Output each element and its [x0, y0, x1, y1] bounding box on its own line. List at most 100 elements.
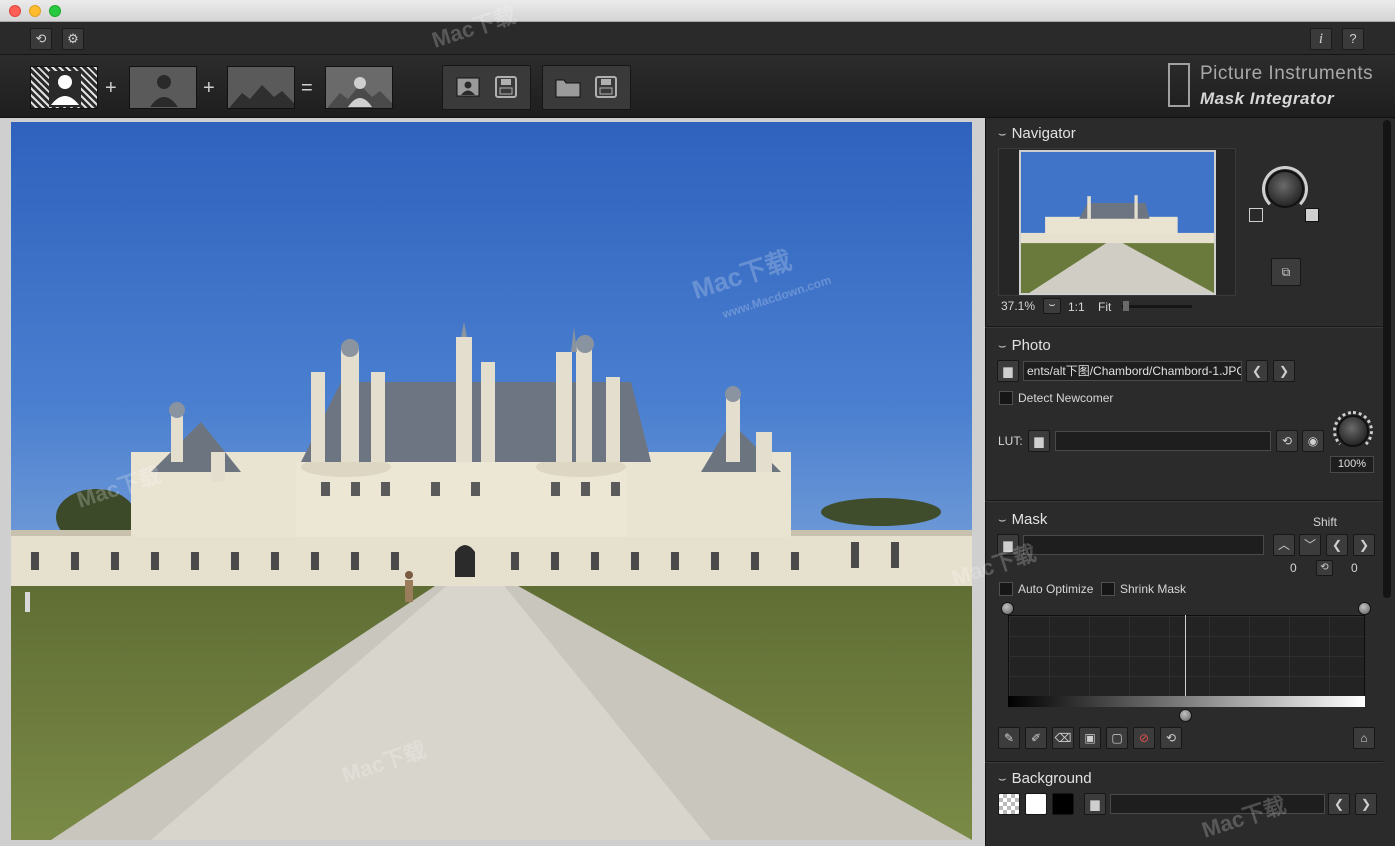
light-preview-icon[interactable]	[1305, 208, 1319, 222]
reset-lut-button[interactable]: ⟲	[1276, 430, 1298, 452]
mask-section-header[interactable]: ⌣ Mask	[998, 511, 1047, 528]
next-background-button[interactable]: ❯	[1355, 793, 1377, 815]
zoom-1-1-button[interactable]: 1:1	[1068, 300, 1085, 314]
zoom-dropdown-button[interactable]: ⌣	[1043, 298, 1061, 314]
external-window-icon: ⧉	[1281, 265, 1291, 279]
plus-sign: +	[105, 77, 117, 99]
background-section-header[interactable]: ⌣ Background	[998, 770, 1092, 787]
section-divider	[985, 761, 1383, 763]
eraser-icon: ⌫	[1054, 731, 1072, 745]
lut-field[interactable]	[1055, 431, 1271, 451]
close-window-button[interactable]	[9, 5, 21, 17]
lut-strength-knob[interactable]	[1337, 415, 1369, 447]
next-photo-button[interactable]: ❯	[1273, 360, 1295, 382]
undo-mask-button[interactable]: ⟲	[1160, 727, 1182, 749]
open-photo-button[interactable]: ▆	[997, 360, 1019, 382]
pencil-icon: ✎	[1003, 731, 1015, 745]
zoom-level: 37.1%	[1001, 299, 1036, 313]
product-name: Mask Integrator	[1200, 89, 1335, 108]
shift-left-button[interactable]: ❮	[1326, 534, 1348, 556]
transparent-background-button[interactable]	[998, 793, 1020, 815]
navigator-dial[interactable]	[1266, 170, 1304, 208]
auto-optimize-checkbox[interactable]	[999, 582, 1013, 596]
info-button[interactable]: i	[1310, 28, 1332, 50]
photo-section-header[interactable]: ⌣ Photo	[998, 337, 1051, 354]
chevron-left-icon: ❮	[1331, 538, 1343, 552]
image-canvas[interactable]	[0, 118, 985, 846]
chevron-down-icon: ﹀	[1303, 538, 1316, 552]
settings-button[interactable]: ⚙	[62, 28, 84, 50]
black-point-handle[interactable]	[1001, 602, 1014, 615]
save-result-group	[542, 65, 631, 110]
lasso-icon: ⌂	[1360, 731, 1368, 745]
curve-midpoint-line	[1185, 615, 1186, 707]
navigator-title: Navigator	[1011, 125, 1076, 142]
reset-shift-button[interactable]: ⟲	[1316, 560, 1333, 576]
mask-up-button[interactable]: ︿	[1273, 534, 1295, 556]
eye-icon: ◉	[1307, 434, 1319, 448]
chevron-right-icon: ❯	[1360, 797, 1372, 811]
eraser-button[interactable]: ⌫	[1052, 727, 1074, 749]
paint-brush-button[interactable]: ✐	[1025, 727, 1047, 749]
folder-icon: ▆	[1003, 538, 1013, 552]
top-toolbar: ⟲ ⚙ i ?	[0, 22, 1395, 55]
shift-right-button[interactable]: ❯	[1353, 534, 1375, 556]
plus-sign: +	[203, 77, 215, 99]
zoom-window-button[interactable]	[49, 5, 61, 17]
zoom-slider[interactable]	[1122, 305, 1192, 308]
reset-icon: ⟲	[1320, 562, 1329, 573]
reset-button[interactable]: ⟲	[30, 28, 52, 50]
save-icon[interactable]	[493, 75, 519, 99]
result-channel-button[interactable]	[325, 66, 393, 109]
shrink-mask-checkbox[interactable]	[1101, 582, 1115, 596]
open-mask-button[interactable]: ▆	[997, 534, 1019, 556]
open-background-button[interactable]: ▆	[1084, 793, 1106, 815]
navigator-thumbnail[interactable]	[1019, 150, 1216, 295]
chevron-down-icon: ⌣	[998, 512, 1007, 527]
mask-path-field[interactable]	[1023, 535, 1264, 555]
clear-bucket-button[interactable]: ▢	[1106, 727, 1128, 749]
chevron-down-icon: ⌣	[998, 126, 1007, 141]
detach-navigator-button[interactable]: ⧉	[1271, 258, 1301, 286]
auto-optimize-label: Auto Optimize	[1018, 582, 1094, 596]
shift-label: Shift	[1313, 515, 1338, 529]
reset-icon: ⟲	[1165, 731, 1177, 745]
previous-photo-button[interactable]: ❮	[1246, 360, 1268, 382]
mask-down-button[interactable]: ﹀	[1299, 534, 1321, 556]
previous-background-button[interactable]: ❮	[1328, 793, 1350, 815]
background-path-field[interactable]	[1110, 794, 1325, 814]
black-background-button[interactable]	[1052, 793, 1074, 815]
folder-icon[interactable]	[555, 75, 581, 99]
gear-icon: ⚙	[67, 31, 79, 46]
minimize-window-button[interactable]	[29, 5, 41, 17]
mask-channel-button[interactable]	[129, 66, 197, 109]
window-titlebar	[0, 0, 1395, 22]
dark-preview-icon[interactable]	[1249, 208, 1263, 222]
help-button[interactable]: ?	[1342, 28, 1364, 50]
white-background-button[interactable]	[1025, 793, 1047, 815]
save-icon[interactable]	[593, 75, 619, 99]
photo-path-field[interactable]: ents/alt下图/Chambord/Chambord-1.JPG	[1023, 361, 1242, 381]
navigator-section-header[interactable]: ⌣ Navigator	[998, 125, 1076, 142]
panel-scrollbar[interactable]	[1383, 120, 1391, 598]
detect-newcomer-checkbox[interactable]	[999, 391, 1013, 405]
folder-icon: ▆	[1003, 364, 1013, 378]
zoom-fit-button[interactable]: Fit	[1098, 300, 1111, 314]
lut-strength-value[interactable]: 100%	[1330, 456, 1374, 473]
lasso-button[interactable]: ⌂	[1353, 727, 1375, 749]
mask-curve-graph[interactable]	[1008, 615, 1365, 707]
landscape-icon	[230, 85, 294, 108]
delete-mask-button[interactable]: ⊘	[1133, 727, 1155, 749]
chevron-down-icon: ⌣	[1048, 299, 1056, 311]
preview-lut-button[interactable]: ◉	[1302, 430, 1324, 452]
open-person-icon[interactable]	[455, 75, 481, 99]
background-channel-button[interactable]	[227, 66, 295, 109]
foreground-channel-button[interactable]	[30, 66, 98, 109]
brush-tool-button[interactable]: ✎	[998, 727, 1020, 749]
white-point-handle[interactable]	[1358, 602, 1371, 615]
open-lut-button[interactable]: ▆	[1028, 430, 1050, 452]
gamma-handle[interactable]	[1179, 709, 1192, 722]
fill-bucket-button[interactable]: ▣	[1079, 727, 1101, 749]
background-title: Background	[1011, 770, 1092, 787]
zoom-slider-thumb[interactable]	[1123, 301, 1129, 311]
